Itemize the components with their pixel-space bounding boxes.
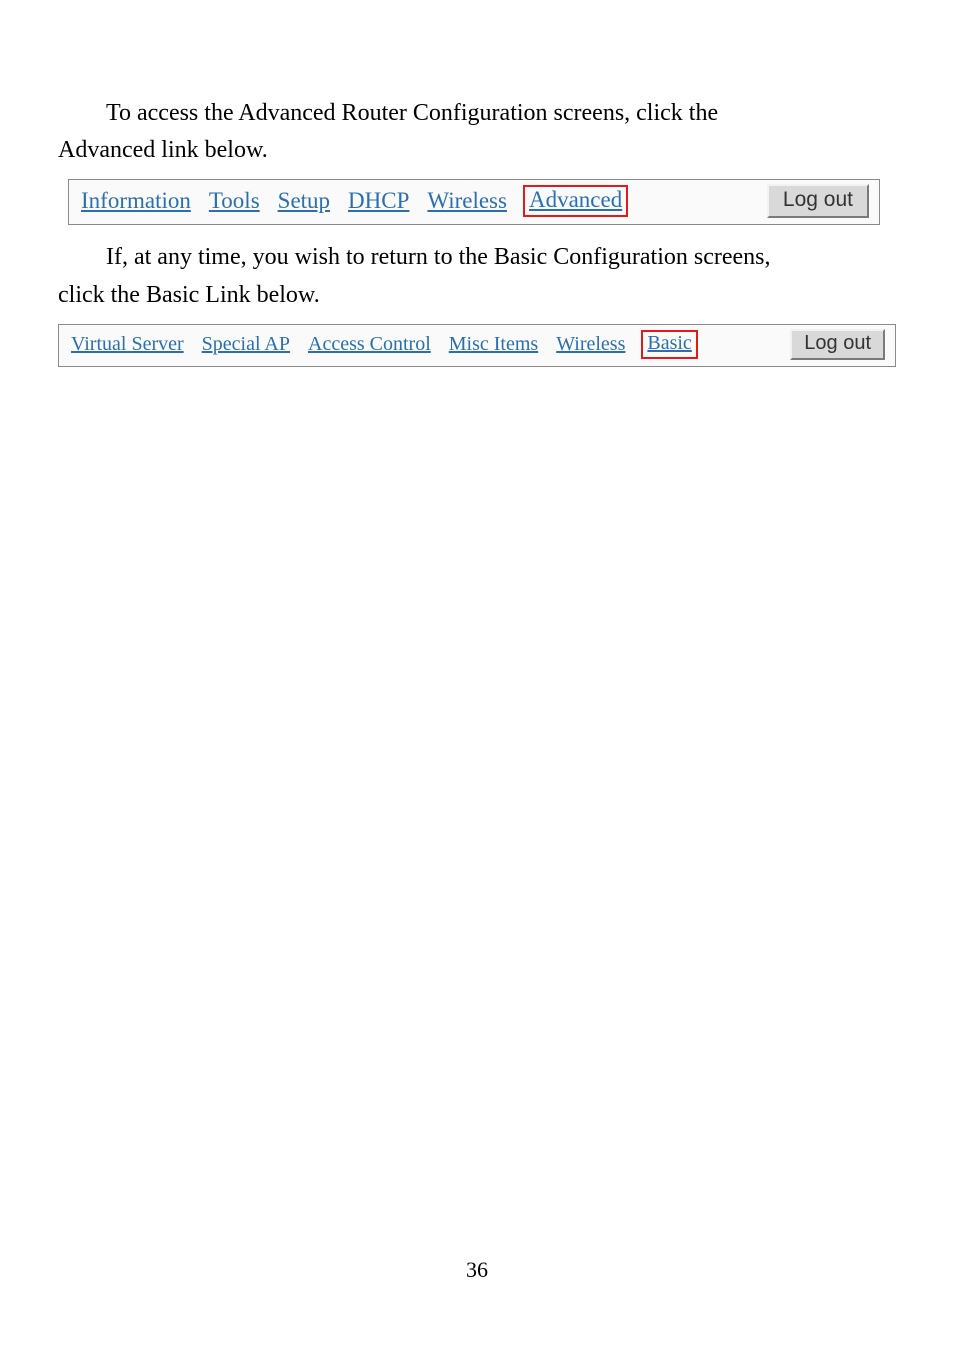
intro-paragraph-1: To access the Advanced Router Configurat… <box>58 95 896 169</box>
nav-link-misc-items[interactable]: Misc Items <box>447 333 540 356</box>
para1-line1: To access the Advanced Router Configurat… <box>58 95 896 132</box>
nav-link-access-control[interactable]: Access Control <box>306 333 433 356</box>
nav-link-information[interactable]: Information <box>79 188 193 214</box>
basic-config-navbar: Information Tools Setup DHCP Wireless Ad… <box>68 179 880 225</box>
nav-link-wireless-adv[interactable]: Wireless <box>554 333 627 356</box>
nav-link-basic[interactable]: Basic <box>641 330 697 359</box>
logout-button[interactable]: Log out <box>767 184 869 218</box>
para2-line2: click the Basic Link below. <box>58 282 320 308</box>
para2-line1: If, at any time, you wish to return to t… <box>58 239 896 276</box>
nav-link-dhcp[interactable]: DHCP <box>346 188 411 214</box>
intro-paragraph-2: If, at any time, you wish to return to t… <box>58 239 896 313</box>
nav-link-virtual-server[interactable]: Virtual Server <box>69 333 186 356</box>
logout-button-adv[interactable]: Log out <box>790 329 885 360</box>
nav-link-special-ap[interactable]: Special AP <box>200 333 292 356</box>
advanced-config-navbar: Virtual Server Special AP Access Control… <box>58 324 896 367</box>
nav-link-advanced[interactable]: Advanced <box>523 185 628 217</box>
page-number: 36 <box>0 1257 954 1283</box>
nav-link-wireless[interactable]: Wireless <box>425 188 509 214</box>
para1-line2: Advanced link below. <box>58 137 268 163</box>
nav-link-tools[interactable]: Tools <box>207 188 262 214</box>
nav-link-setup[interactable]: Setup <box>276 188 332 214</box>
